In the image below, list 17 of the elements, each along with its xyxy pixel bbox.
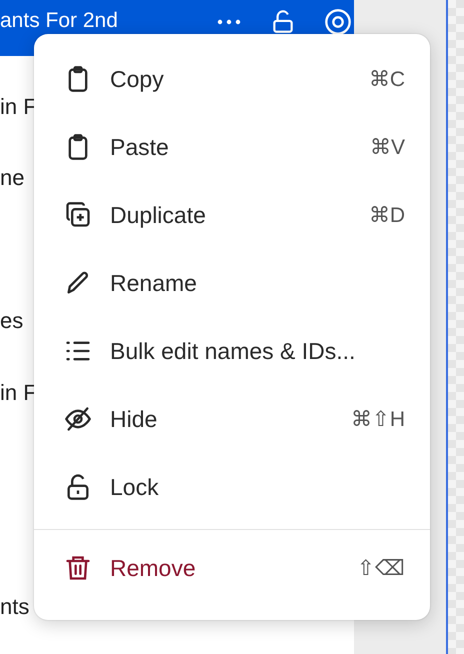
- layer-name: ne: [0, 165, 24, 192]
- menu-item[interactable]: Remove ⇧⌫: [34, 534, 430, 602]
- trash-icon: [64, 554, 92, 582]
- layer-title: ants For 2nd: [0, 9, 119, 33]
- menu-item[interactable]: Duplicate ⌘D: [34, 181, 430, 249]
- menu-item[interactable]: Bulk edit names & IDs...: [34, 317, 430, 385]
- more-icon[interactable]: [216, 18, 242, 26]
- duplicate-icon: [64, 201, 92, 229]
- menu-item[interactable]: Lock: [34, 453, 430, 521]
- menu-item[interactable]: Copy ⌘C: [34, 45, 430, 113]
- eye-off-icon: [64, 405, 92, 433]
- target-icon[interactable]: [324, 8, 352, 36]
- menu-item[interactable]: Paste ⌘V: [34, 113, 430, 181]
- menu-item[interactable]: Hide ⌘⇧H: [34, 385, 430, 453]
- layer-name: es: [0, 308, 24, 334]
- menu-item[interactable]: Rename: [34, 249, 430, 317]
- layer-name: nts: [0, 594, 30, 620]
